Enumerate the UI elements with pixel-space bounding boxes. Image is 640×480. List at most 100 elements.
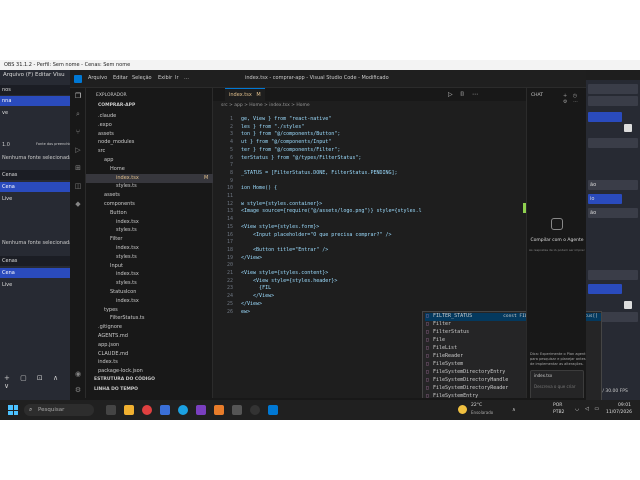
tree-folder-item[interactable]: src	[86, 147, 213, 156]
obs-control-button[interactable]	[588, 112, 622, 122]
tree-file-item[interactable]: CLAUDE.md	[86, 350, 213, 359]
menu-item[interactable]: Editar	[113, 75, 128, 81]
code-line[interactable]: <View style={styles.header}>	[241, 278, 337, 284]
vscode-taskbar-icon[interactable]	[268, 405, 278, 415]
language-indicator[interactable]: POR	[553, 403, 562, 408]
task-view-icon[interactable]	[106, 405, 116, 415]
tree-file-item[interactable]: package-lock.json	[86, 367, 213, 376]
python-icon[interactable]: ◆	[74, 200, 82, 208]
tree-file-item[interactable]: index.tsx	[86, 270, 213, 279]
app-icon[interactable]	[214, 405, 224, 415]
tree-file-item[interactable]: styles.ts	[86, 182, 213, 191]
files-icon[interactable]: ❐	[74, 92, 82, 100]
run-debug-icon[interactable]: ▷	[74, 146, 82, 154]
clock-date[interactable]: 11/07/2026	[606, 410, 632, 415]
timeline-section[interactable]: LINHA DO TEMPO	[94, 387, 138, 392]
code-line[interactable]: w style={styles.container}>	[241, 201, 322, 207]
explorer-root[interactable]: COMPRAR-APP	[98, 103, 135, 108]
tree-file-item[interactable]: AGENTS.md	[86, 332, 213, 341]
code-line[interactable]: </View>	[241, 293, 274, 299]
code-line[interactable]: ter } from "@/components/Filter";	[241, 147, 340, 153]
code-line[interactable]: ge, View } from "react-native"	[241, 116, 331, 122]
obs-control-button[interactable]: io	[588, 194, 622, 204]
obs-control-button[interactable]: ão	[588, 180, 638, 190]
obs-scene-toolbar[interactable]: + ▢ ⊡ ∧ ∨	[4, 374, 70, 390]
tree-folder-item[interactable]: Filter	[86, 235, 213, 244]
app-icon[interactable]	[232, 405, 242, 415]
tree-folder-item[interactable]: assets	[86, 191, 213, 200]
tray-chevron-icon[interactable]: ∧	[512, 407, 516, 413]
tree-file-item[interactable]: styles.ts	[86, 279, 213, 288]
code-line[interactable]: terStatus } from "@/types/FilterStatus";	[241, 155, 361, 161]
tab-index-tsx[interactable]: index.tsx M	[225, 88, 265, 101]
app-icon[interactable]	[196, 405, 206, 415]
editor-actions[interactable]: ▷ ⌷ ⋯	[448, 91, 481, 99]
menu-item[interactable]: …	[184, 75, 189, 81]
menu-item[interactable]: Ir	[175, 75, 179, 81]
chat-file-ref[interactable]: index.tsx	[534, 373, 552, 378]
code-line[interactable]: ut } from "@/components/Input"	[241, 139, 331, 145]
weather-icon[interactable]	[458, 405, 467, 414]
obs-control-button[interactable]	[588, 96, 638, 106]
extensions-icon[interactable]: ⊞	[74, 164, 82, 172]
tree-file-item[interactable]: .gitignore	[86, 323, 213, 332]
code-line[interactable]: ton } from "@/components/Button";	[241, 131, 340, 137]
gear-icon[interactable]	[624, 301, 632, 309]
tree-file-item[interactable]: .expo	[86, 121, 213, 130]
obs-control-button[interactable]: ão	[588, 208, 638, 218]
tree-folder-item[interactable]: Input	[86, 262, 213, 271]
tree-folder-item[interactable]: assets	[86, 130, 213, 139]
code-line[interactable]: <Image source={require("@/assets/logo.pn…	[241, 208, 422, 214]
windows-start-icon[interactable]	[8, 405, 18, 415]
obs-source-item[interactable]: nna	[0, 96, 70, 106]
tree-file-item[interactable]: index.tsx	[86, 244, 213, 253]
code-line[interactable]: <View style={styles.form}>	[241, 224, 319, 230]
tree-file-item[interactable]: index.tsx	[86, 173, 213, 183]
tree-folder-item[interactable]: app	[86, 156, 213, 165]
code-line[interactable]: <View style={styles.content}>	[241, 270, 328, 276]
tree-file-item[interactable]: app.json	[86, 341, 213, 350]
code-line[interactable]: les } from "./styles"	[241, 124, 304, 130]
obs-control-button[interactable]	[588, 84, 638, 94]
obs-scene-item[interactable]: Live	[0, 194, 70, 204]
tree-file-item[interactable]: styles.ts	[86, 253, 213, 262]
obs-control-button[interactable]	[588, 284, 622, 294]
code-line[interactable]: </View>	[241, 301, 262, 307]
tree-folder-item[interactable]: types	[86, 306, 213, 315]
tray-icons[interactable]: ◡ ◁ ▭	[575, 406, 601, 412]
source-control-icon[interactable]: ⑂	[74, 128, 82, 136]
code-line[interactable]: _STATUS = [FilterStatus.DONE, FilterStat…	[241, 170, 398, 176]
tree-file-item[interactable]: index.tsx	[86, 297, 213, 306]
tree-folder-item[interactable]: node_modules	[86, 138, 213, 147]
obs-scene-item[interactable]: Cena	[0, 268, 70, 278]
obs-scene-item[interactable]: Cena	[0, 182, 70, 192]
menu-item[interactable]: Seleção	[132, 75, 152, 81]
obs-menu-bar[interactable]: Arquivo (F) Editar Visu	[0, 70, 70, 80]
tree-file-item[interactable]: FilterStatus.ts	[86, 314, 213, 323]
remote-icon[interactable]: ◫	[74, 182, 82, 190]
chrome-icon[interactable]	[142, 405, 152, 415]
code-line[interactable]: <Input placeholder="O que precisa compra…	[241, 232, 391, 238]
clock-time[interactable]: 09:01	[618, 403, 631, 408]
tree-file-item[interactable]: .claude	[86, 112, 213, 121]
menu-item[interactable]: Exibir	[158, 75, 172, 81]
tree-file-item[interactable]: styles.ts	[86, 226, 213, 235]
chat-actions[interactable]: + ◷ ⚙ ⋯	[563, 93, 586, 105]
obs-control-button[interactable]	[588, 138, 638, 148]
menu-item[interactable]: Arquivo	[88, 75, 107, 81]
obs-icon[interactable]	[250, 405, 260, 415]
outline-section[interactable]: ESTRUTURA DO CÓDIGO	[94, 377, 155, 382]
account-icon[interactable]: ◉	[74, 370, 82, 378]
tree-folder-item[interactable]: StatusIcon	[86, 288, 213, 297]
search-icon[interactable]: ⌕	[74, 110, 82, 118]
file-explorer-icon[interactable]	[124, 405, 134, 415]
obs-source-item[interactable]: ve	[0, 108, 70, 118]
tree-folder-item[interactable]: Button	[86, 209, 213, 218]
tree-file-item[interactable]: index.tsx	[86, 218, 213, 227]
taskbar-search-input[interactable]: ⌕ Pesquisar	[24, 404, 94, 416]
tree-file-item[interactable]: index.ts	[86, 358, 213, 367]
code-line[interactable]: {FIL	[241, 285, 271, 291]
code-line[interactable]: ion Home() {	[241, 185, 277, 191]
code-line[interactable]: </View>	[241, 255, 262, 261]
gear-icon[interactable]	[624, 124, 632, 132]
